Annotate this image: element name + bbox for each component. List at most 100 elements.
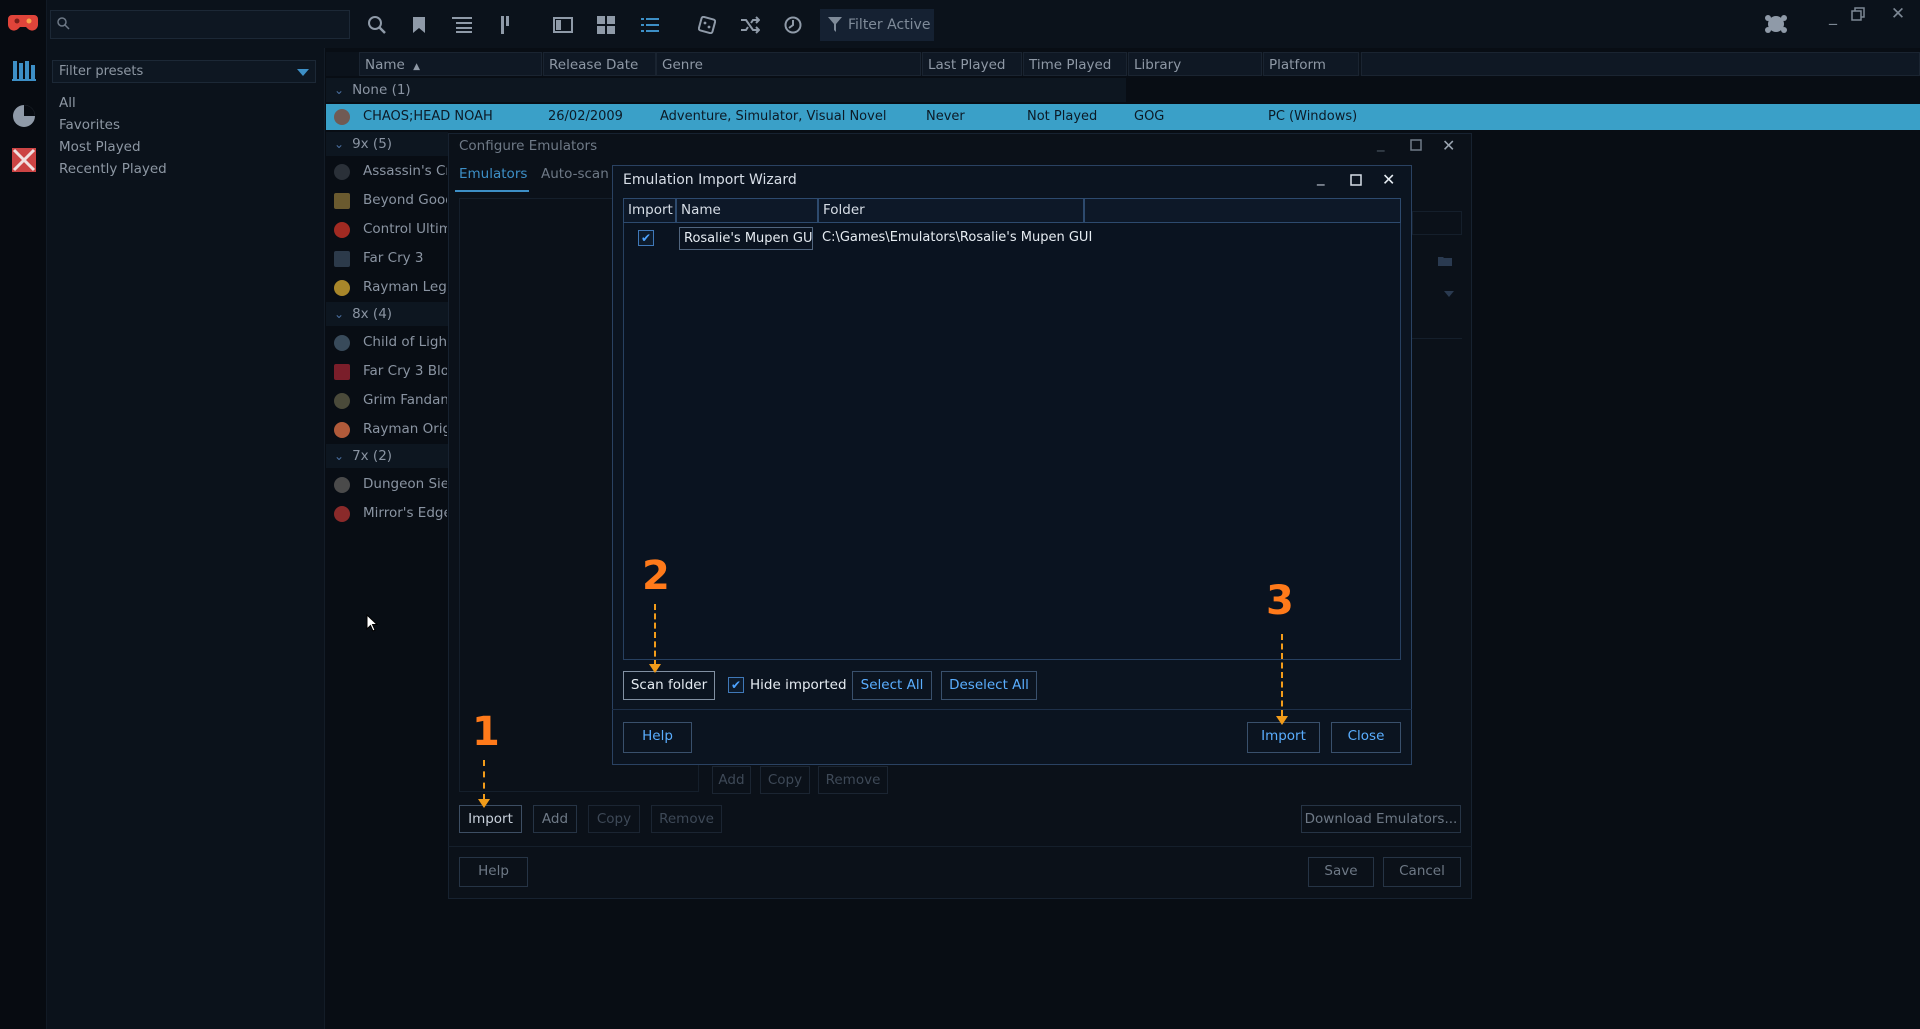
copy-emulator-button[interactable]: Copy (588, 805, 640, 833)
library-icon[interactable] (12, 59, 36, 81)
list-item[interactable]: Control Ultim (326, 216, 447, 242)
tab-auto-scan[interactable]: Auto-scan c (541, 166, 613, 182)
list-item[interactable]: Mirror's Edge (326, 500, 447, 526)
group-header-7x[interactable]: ⌄ 7x (2) (326, 444, 448, 468)
hide-imported-label[interactable]: Hide imported (750, 677, 847, 693)
wizard-help-button[interactable]: Help (623, 722, 692, 753)
import-checkbox[interactable]: ✔ (638, 230, 654, 246)
list-item[interactable]: Child of Light (326, 329, 447, 355)
divider (448, 846, 1472, 847)
list-view-icon[interactable] (448, 11, 476, 39)
column-genre[interactable]: Genre (656, 52, 921, 76)
game-cover-icon (334, 393, 350, 409)
group-label: None (1) (352, 82, 411, 98)
wizard-import-button[interactable]: Import (1247, 722, 1320, 753)
list-item[interactable]: Far Cry 3 Bloo (326, 358, 447, 384)
game-cover-icon (334, 477, 350, 493)
filter-presets-label: Filter presets (59, 64, 144, 79)
tab-emulators[interactable]: Emulators (459, 166, 527, 182)
column-import[interactable]: Import (623, 198, 676, 223)
dice-icon[interactable] (693, 11, 721, 39)
column-folder[interactable]: Folder (818, 198, 1084, 223)
clock-icon[interactable] (779, 11, 807, 39)
list-mode-icon[interactable] (636, 11, 664, 39)
preset-all[interactable]: All (59, 95, 76, 111)
statistics-icon[interactable] (12, 104, 36, 128)
deselect-all-button[interactable]: Deselect All (941, 671, 1037, 700)
game-name: Rayman Lege (363, 279, 447, 295)
restore-icon[interactable] (1851, 7, 1879, 21)
emulator-folder: C:\Games\Emulators\Rosalie's Mupen GUI (822, 230, 1093, 245)
game-cover-icon (334, 506, 350, 522)
download-emulators-button[interactable]: Download Emulators... (1301, 805, 1461, 833)
selected-game-row[interactable]: CHAOS;HEAD NOAH 26/02/2009 Adventure, Si… (326, 104, 1920, 130)
close-icon[interactable]: ✕ (1442, 136, 1455, 155)
minimize-icon[interactable]: _ (1377, 134, 1385, 152)
list-item[interactable]: Rayman Origi (326, 416, 447, 442)
inner-copy-button[interactable]: Copy (760, 766, 810, 794)
close-app-icon[interactable]: ✕ (1884, 4, 1912, 24)
cell-name: CHAOS;HEAD NOAH (363, 109, 493, 124)
column-platform[interactable]: Platform (1263, 52, 1359, 76)
list-item[interactable]: Beyond Good (326, 187, 447, 213)
preset-favorites[interactable]: Favorites (59, 117, 120, 133)
column-library[interactable]: Library (1128, 52, 1262, 76)
group-header-9x[interactable]: ⌄ 9x (5) (326, 132, 448, 156)
filter-active-button[interactable]: Filter Active (820, 9, 934, 41)
hide-imported-checkbox[interactable]: ✔ (728, 677, 744, 693)
group-header-none[interactable]: ⌄ None (1) (326, 78, 1126, 102)
playnite-logo-icon[interactable] (8, 11, 38, 35)
list-item[interactable]: Assassin's Cre (326, 158, 447, 184)
group-header-8x[interactable]: ⌄ 8x (4) (326, 302, 448, 326)
list-item[interactable]: Far Cry 3 (326, 245, 446, 271)
preset-most-played[interactable]: Most Played (59, 139, 141, 155)
list-item[interactable]: Grim Fandang (326, 387, 447, 413)
help-button[interactable]: Help (459, 857, 528, 887)
search-button-icon[interactable] (363, 11, 391, 39)
add-on-icon[interactable] (12, 148, 36, 172)
column-time-played[interactable]: Time Played (1023, 52, 1127, 76)
column-name[interactable]: Name (676, 198, 818, 223)
annotation-arrow-2 (654, 604, 656, 666)
chevron-down-icon (297, 69, 309, 76)
column-spacer (1084, 198, 1401, 223)
inner-add-button[interactable]: Add (712, 766, 751, 794)
cell-last-played: Never (926, 109, 965, 124)
sort-icon[interactable] (491, 11, 519, 39)
emulator-name-field[interactable]: Rosalie's Mupen GUI (679, 227, 813, 250)
list-item[interactable]: Rayman Lege (326, 274, 447, 300)
select-all-button[interactable]: Select All (852, 671, 932, 700)
import-emulators-button[interactable]: Import (459, 805, 522, 833)
annotation-arrow-3 (1281, 634, 1283, 716)
cancel-button[interactable]: Cancel (1383, 857, 1461, 887)
inner-remove-button[interactable]: Remove (818, 766, 888, 794)
remove-emulator-button[interactable]: Remove (651, 805, 722, 833)
maximize-icon[interactable] (1350, 174, 1362, 186)
details-view-icon[interactable] (549, 11, 577, 39)
folder-icon[interactable] (1412, 249, 1462, 273)
grid-view-icon[interactable] (592, 11, 620, 39)
search-input[interactable] (50, 10, 350, 39)
filter-presets-dropdown[interactable]: Filter presets (52, 60, 316, 83)
shuffle-icon[interactable] (736, 11, 764, 39)
chevron-down-icon[interactable] (1444, 291, 1454, 297)
close-icon[interactable]: ✕ (1382, 170, 1395, 189)
add-emulator-button[interactable]: Add (533, 805, 577, 833)
list-item[interactable]: Dungeon Sieg (326, 471, 447, 497)
game-cover-icon (334, 251, 350, 267)
scan-folder-button[interactable]: Scan folder (623, 671, 715, 700)
bookmark-icon[interactable] (405, 11, 433, 39)
save-button[interactable]: Save (1308, 857, 1374, 887)
notifications-icon[interactable] (1764, 13, 1788, 35)
minimize-icon[interactable]: _ (1819, 6, 1847, 25)
column-name[interactable]: Name ▲ (359, 52, 542, 76)
name-field[interactable] (1412, 211, 1462, 235)
column-release-date[interactable]: Release Date (543, 52, 656, 76)
wizard-close-button[interactable]: Close (1331, 722, 1401, 753)
minimize-icon[interactable]: _ (1317, 168, 1325, 186)
annotation-step-3: 3 (1266, 578, 1294, 624)
chevron-down-icon: ⌄ (334, 449, 345, 463)
maximize-icon[interactable] (1410, 139, 1422, 151)
preset-recently-played[interactable]: Recently Played (59, 161, 167, 177)
column-last-played[interactable]: Last Played (922, 52, 1022, 76)
